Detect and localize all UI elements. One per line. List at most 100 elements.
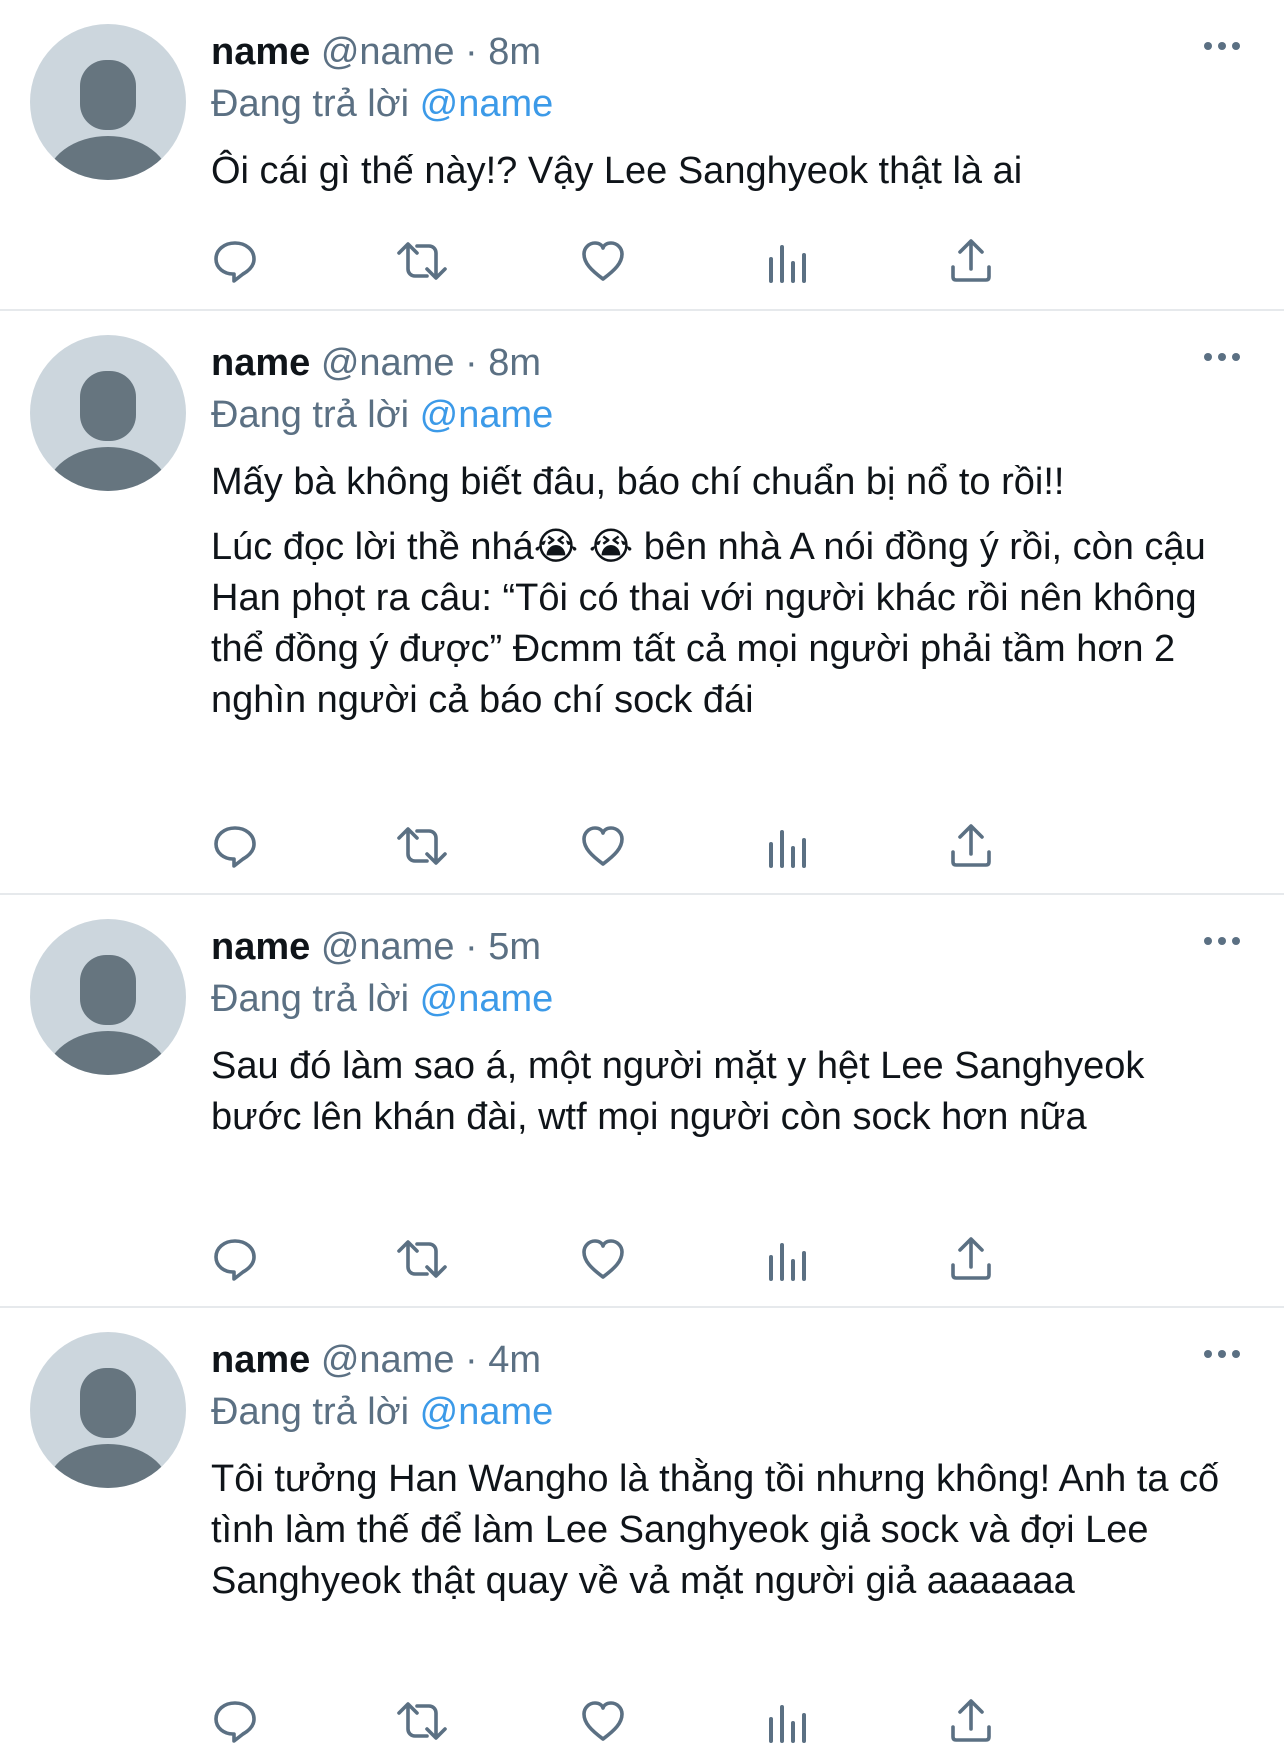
retweet-icon <box>397 827 447 865</box>
reply-icon <box>214 241 256 283</box>
replying-to: Đang trả lời @name <box>211 80 1244 128</box>
avatar[interactable] <box>30 335 186 491</box>
retweet-button[interactable] <box>395 233 579 289</box>
like-icon <box>582 241 624 281</box>
tweet-paragraph: Ôi cái gì thế này!? Vậy Lee Sanghyeok th… <box>211 150 1023 192</box>
display-name[interactable]: name <box>211 342 310 384</box>
tweet-text: Ôi cái gì thế này!? Vậy Lee Sanghyeok th… <box>211 146 1244 197</box>
user-handle[interactable]: @name <box>321 342 455 384</box>
views-icon <box>769 830 806 868</box>
share-icon <box>951 824 991 867</box>
user-handle[interactable]: @name <box>321 31 455 73</box>
like-icon <box>582 1239 624 1279</box>
share-button[interactable] <box>947 1231 1131 1287</box>
like-icon <box>582 1701 624 1741</box>
share-icon <box>951 1237 991 1280</box>
action-bar <box>211 1693 1131 1749</box>
share-icon <box>951 1699 991 1742</box>
avatar[interactable] <box>30 24 186 180</box>
reply-icon <box>214 1239 256 1281</box>
views-icon <box>769 1243 806 1281</box>
views-icon <box>769 245 806 283</box>
tweet-header: name @name · 8m <box>211 339 1244 387</box>
like-button[interactable] <box>579 1693 763 1749</box>
tweet-header: name @name · 8m <box>211 28 1244 76</box>
tweet-paragraph: Sau đó làm sao á, một người mặt y hệt Le… <box>211 1045 1145 1138</box>
display-name[interactable]: name <box>211 1339 310 1381</box>
tweet-content: name @name · 5m Đang trả lời @name Sau đ… <box>211 923 1244 1143</box>
share-button[interactable] <box>947 233 1131 289</box>
tweet[interactable]: name @name · 4m Đang trả lời @name Tôi t… <box>0 1308 1284 1759</box>
retweet-button[interactable] <box>395 1693 579 1749</box>
views-icon <box>769 1705 806 1743</box>
reply-icon <box>214 826 256 868</box>
reply-mention-link[interactable]: @name <box>420 83 554 125</box>
default-avatar-icon <box>46 955 170 1075</box>
reply-button[interactable] <box>211 233 395 289</box>
replying-to-label: Đang trả lời <box>211 978 410 1020</box>
views-button[interactable] <box>763 1693 947 1749</box>
tweet[interactable]: name @name · 8m Đang trả lời @name Ôi cá… <box>0 0 1284 311</box>
separator-dot: · <box>465 342 478 384</box>
tweet-feed: name @name · 8m Đang trả lời @name Ôi cá… <box>0 0 1284 1759</box>
action-bar <box>211 1231 1131 1287</box>
tweet-content: name @name · 4m Đang trả lời @name Tôi t… <box>211 1336 1244 1607</box>
tweet-header: name @name · 5m <box>211 923 1244 971</box>
timestamp[interactable]: 8m <box>488 31 541 73</box>
reply-button[interactable] <box>211 1693 395 1749</box>
views-button[interactable] <box>763 818 947 874</box>
timestamp[interactable]: 8m <box>488 342 541 384</box>
reply-icon <box>214 1701 256 1743</box>
like-icon <box>582 826 624 866</box>
tweet-paragraph: Tôi tưởng Han Wangho là thằng tồi nhưng … <box>211 1458 1220 1602</box>
replying-to-label: Đang trả lời <box>211 83 410 125</box>
separator-dot: · <box>465 1339 478 1381</box>
share-icon <box>951 239 991 282</box>
like-button[interactable] <box>579 818 763 874</box>
separator-dot: · <box>465 31 478 73</box>
replying-to: Đang trả lời @name <box>211 975 1244 1023</box>
avatar[interactable] <box>30 1332 186 1488</box>
tweet-text: Tôi tưởng Han Wangho là thằng tồi nhưng … <box>211 1454 1244 1607</box>
reply-button[interactable] <box>211 1231 395 1287</box>
retweet-button[interactable] <box>395 818 579 874</box>
action-bar <box>211 233 1131 289</box>
tweet-paragraph: Lúc đọc lời thề nhá😭 😭 bên nhà A nói đồn… <box>211 526 1206 721</box>
timestamp[interactable]: 5m <box>488 926 541 968</box>
timestamp[interactable]: 4m <box>488 1339 541 1381</box>
replying-to: Đang trả lời @name <box>211 1388 1244 1436</box>
tweet-text: Sau đó làm sao á, một người mặt y hệt Le… <box>211 1041 1244 1143</box>
avatar[interactable] <box>30 919 186 1075</box>
retweet-icon <box>397 1240 447 1278</box>
user-handle[interactable]: @name <box>321 1339 455 1381</box>
views-button[interactable] <box>763 1231 947 1287</box>
tweet[interactable]: name @name · 5m Đang trả lời @name Sau đ… <box>0 895 1284 1308</box>
share-button[interactable] <box>947 818 1131 874</box>
tweet-header: name @name · 4m <box>211 1336 1244 1384</box>
display-name[interactable]: name <box>211 926 310 968</box>
tweet[interactable]: name @name · 8m Đang trả lời @name Mấy b… <box>0 311 1284 895</box>
reply-mention-link[interactable]: @name <box>420 394 554 436</box>
retweet-icon <box>397 1702 447 1740</box>
tweet-content: name @name · 8m Đang trả lời @name Mấy b… <box>211 339 1244 726</box>
retweet-button[interactable] <box>395 1231 579 1287</box>
display-name[interactable]: name <box>211 31 310 73</box>
reply-mention-link[interactable]: @name <box>420 1391 554 1433</box>
replying-to-label: Đang trả lời <box>211 394 410 436</box>
reply-mention-link[interactable]: @name <box>420 978 554 1020</box>
tweet-paragraph: Mấy bà không biết đâu, báo chí chuẩn bị … <box>211 461 1065 503</box>
replying-to-label: Đang trả lời <box>211 1391 410 1433</box>
share-button[interactable] <box>947 1693 1131 1749</box>
retweet-icon <box>397 242 447 280</box>
default-avatar-icon <box>46 371 170 491</box>
separator-dot: · <box>465 926 478 968</box>
like-button[interactable] <box>579 1231 763 1287</box>
action-bar <box>211 818 1131 874</box>
views-button[interactable] <box>763 233 947 289</box>
user-handle[interactable]: @name <box>321 926 455 968</box>
tweet-text: Mấy bà không biết đâu, báo chí chuẩn bị … <box>211 457 1244 726</box>
tweet-content: name @name · 8m Đang trả lời @name Ôi cá… <box>211 28 1244 197</box>
default-avatar-icon <box>46 60 170 180</box>
like-button[interactable] <box>579 233 763 289</box>
reply-button[interactable] <box>211 818 395 874</box>
